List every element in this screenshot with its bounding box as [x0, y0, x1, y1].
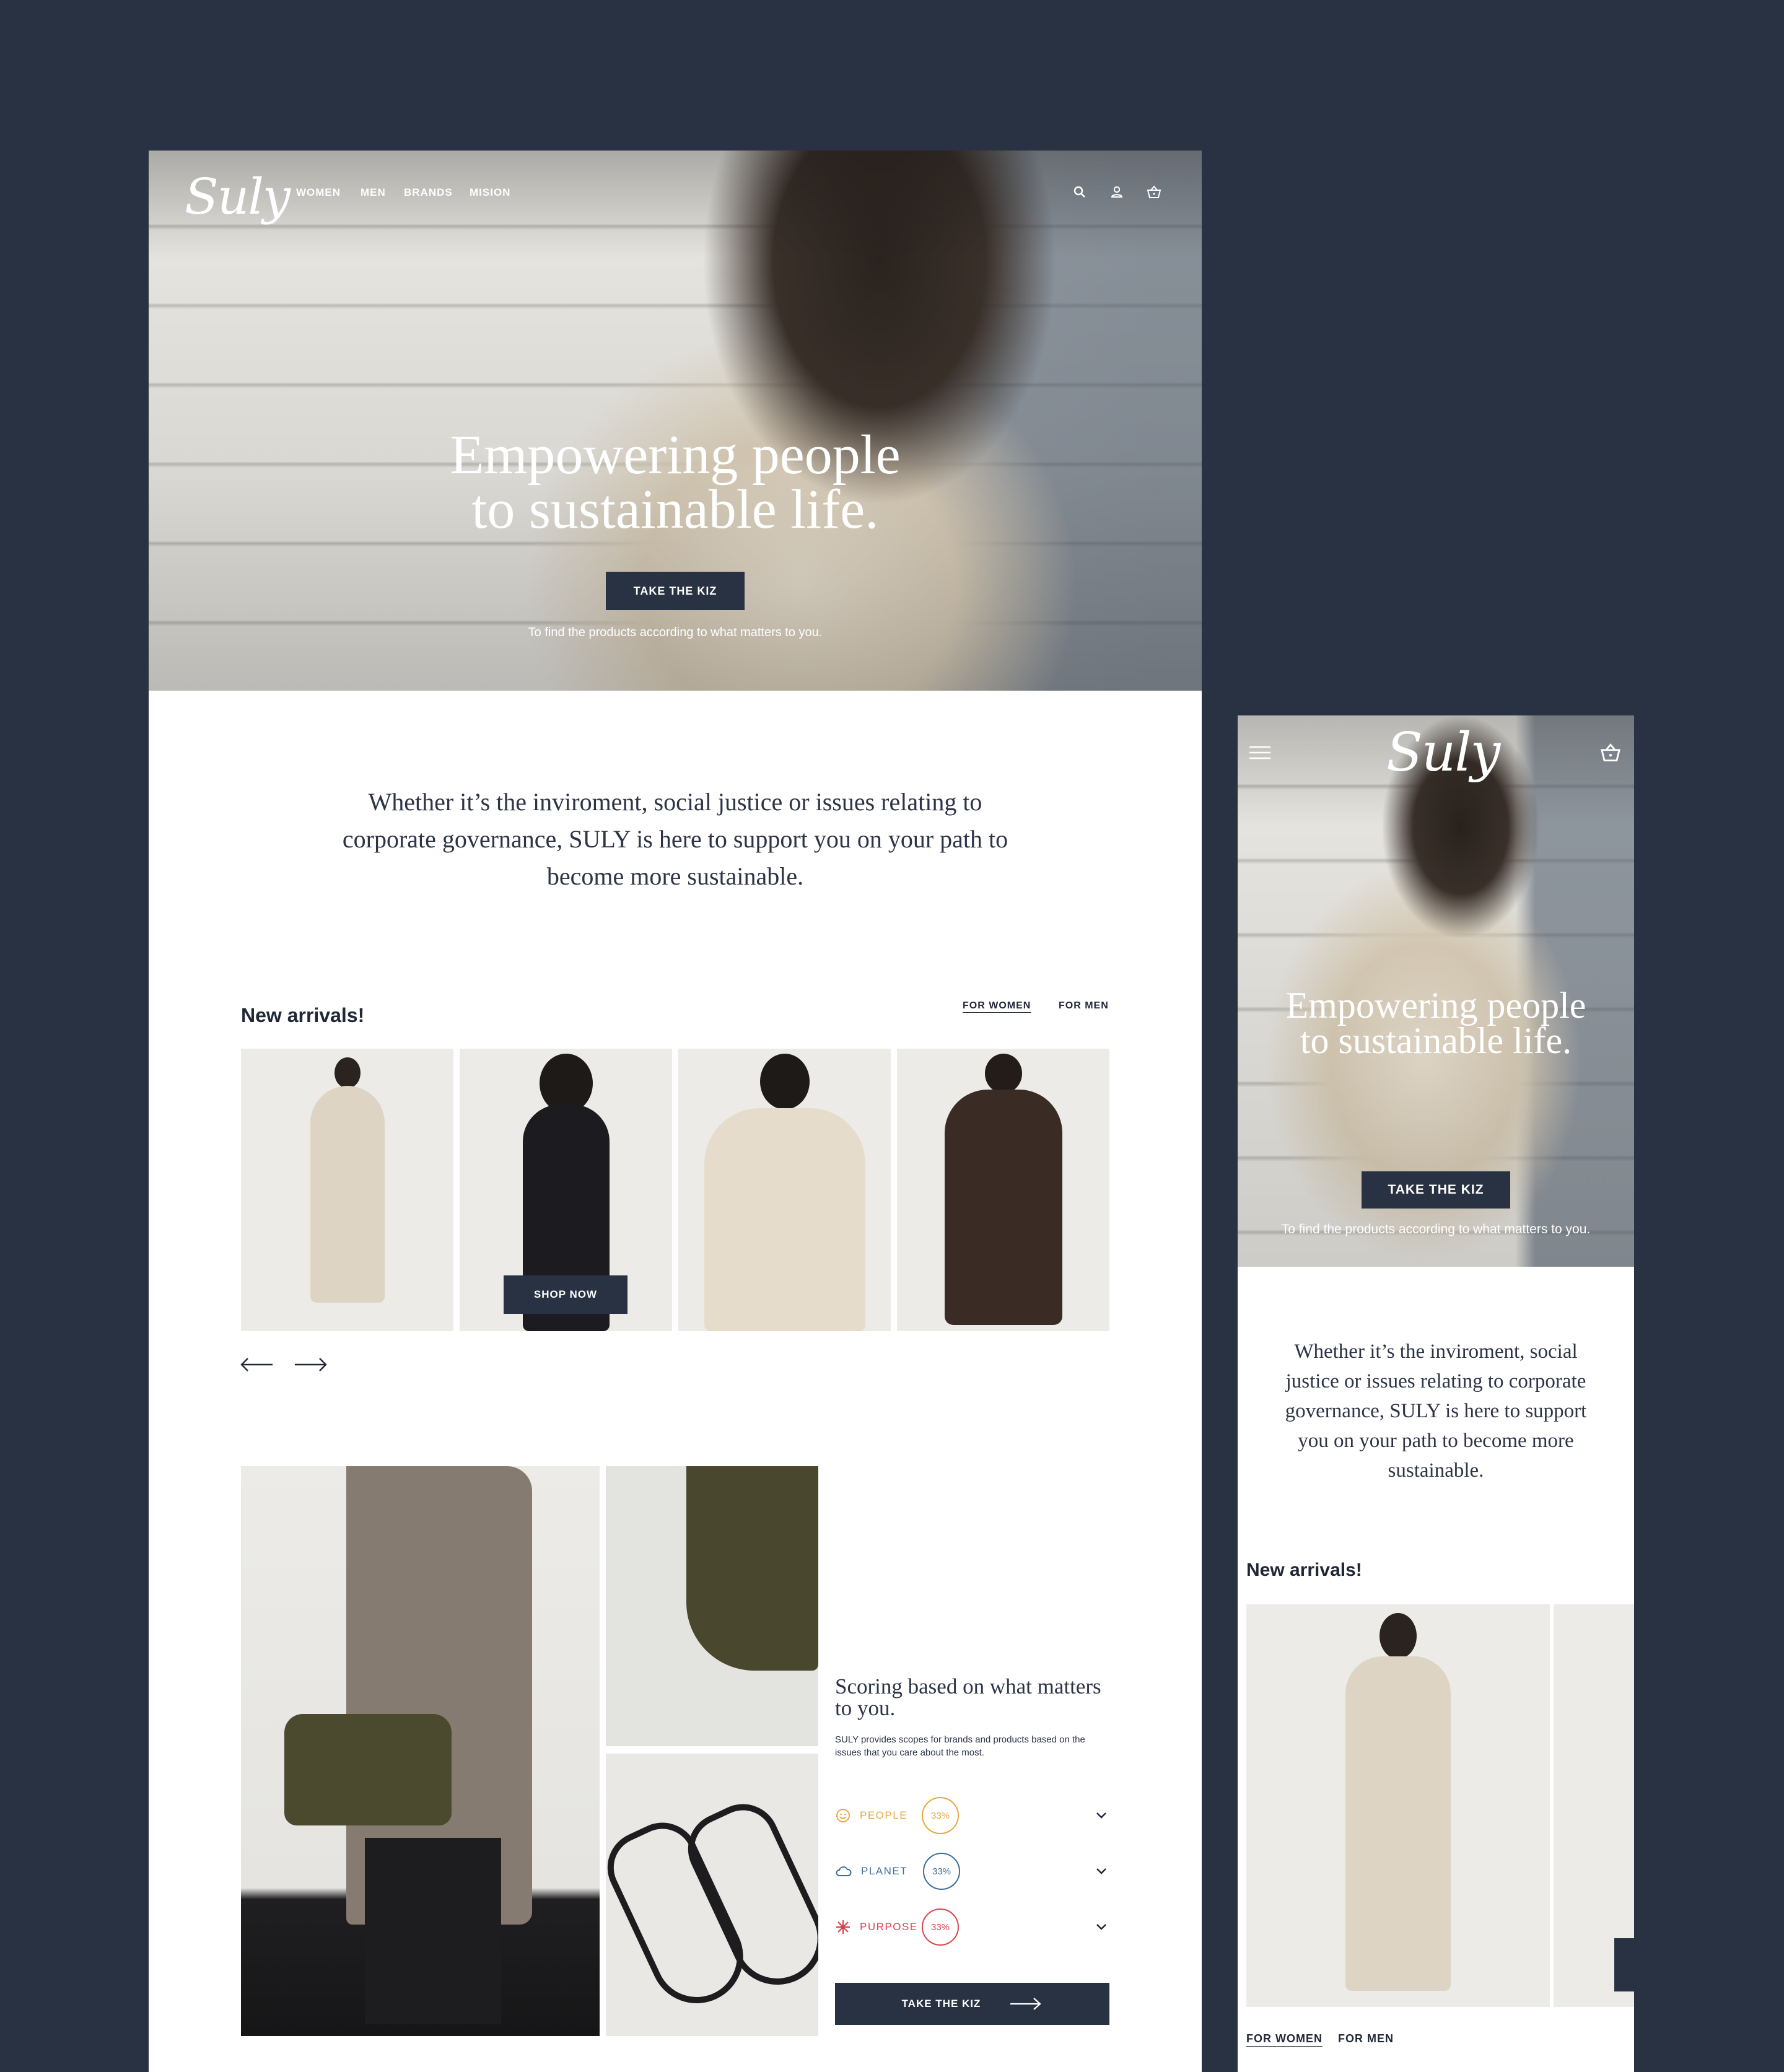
- people-icon: [836, 1809, 850, 1822]
- bag-shape: [686, 1466, 818, 1671]
- model-head: [1380, 1613, 1417, 1659]
- bag-shape: [284, 1714, 452, 1825]
- carousel-next-handle[interactable]: [1614, 1938, 1634, 1991]
- model-head: [984, 1054, 1022, 1093]
- score-row-people[interactable]: PEOPLE 33%: [835, 1797, 1111, 1834]
- mobile-hero-title-line-1: Empowering people: [1285, 985, 1586, 1026]
- basket-icon[interactable]: [1145, 183, 1163, 201]
- mobile-basket-icon[interactable]: [1597, 740, 1624, 765]
- model-dress: [944, 1090, 1062, 1325]
- score-label: PEOPLE: [860, 1809, 908, 1821]
- arrow-right-icon[interactable]: [294, 1352, 328, 1377]
- model-outfit: [704, 1108, 865, 1331]
- score-row-purpose[interactable]: PURPOSE 33%: [835, 1908, 1111, 1946]
- hero-subtitle: To find the products according to what m…: [528, 626, 823, 639]
- desktop-frame: Suly WOMEN MEN BRANDS MISION Empowering …: [149, 151, 1202, 2072]
- hamburger-menu-icon[interactable]: [1248, 740, 1272, 765]
- score-row-planet[interactable]: PLANET 33%: [835, 1853, 1111, 1890]
- arrow-right-icon: [1010, 1998, 1042, 2010]
- intro-text: Whether it’s the inviroment, social just…: [342, 788, 1008, 890]
- editorial-coat-image: [241, 1466, 600, 2036]
- take-the-quiz-button[interactable]: TAKE THE KIZ: [606, 572, 745, 610]
- mobile-frame: Suly Empowering people to sustainable li…: [1238, 715, 1634, 2072]
- scoring-title: Scoring based on what matters to you.: [835, 1674, 1101, 1720]
- score-label: PLANET: [861, 1865, 908, 1877]
- model-dress: [1345, 1656, 1451, 1991]
- brand-logo[interactable]: Suly: [185, 168, 291, 225]
- nav-link-women[interactable]: WOMEN: [296, 186, 341, 199]
- model-dress: [310, 1086, 385, 1303]
- new-arrivals-title: New arrivals!: [241, 1004, 365, 1026]
- editorial-bag-image: [606, 1466, 818, 1746]
- take-the-quiz-label: TAKE THE KIZ: [901, 1998, 981, 2009]
- mobile-hero-title-line-2: to sustainable life.: [1300, 1020, 1572, 1061]
- mobile-take-the-quiz-button[interactable]: TAKE THE KIZ: [1362, 1171, 1510, 1209]
- product-card[interactable]: [241, 1049, 453, 1331]
- mobile-brand-logo[interactable]: Suly: [1386, 722, 1500, 784]
- hero-title-line-2: to sustainable life.: [471, 479, 879, 541]
- tab-for-women[interactable]: FOR WOMEN: [963, 1000, 1031, 1012]
- mobile-new-arrivals-title: New arrivals!: [1246, 1560, 1362, 1580]
- chevron-down-icon[interactable]: [1096, 1868, 1107, 1875]
- product-card[interactable]: SHOP NOW: [460, 1049, 672, 1331]
- search-icon[interactable]: [1070, 183, 1089, 201]
- hero-title: Empowering people to sustainable life.: [365, 424, 985, 541]
- score-value-badge: 33%: [923, 1853, 960, 1890]
- tab-for-men[interactable]: FOR MEN: [1059, 1000, 1109, 1012]
- nav-link-men[interactable]: MEN: [361, 186, 386, 199]
- mobile-intro-text: Whether it’s the inviroment, social just…: [1285, 1340, 1587, 1482]
- product-card[interactable]: [678, 1049, 891, 1331]
- mobile-product-card[interactable]: [1246, 1604, 1550, 2007]
- nav-link-brands[interactable]: BRANDS: [404, 186, 453, 199]
- hero-title-line-1: Empowering people: [450, 424, 901, 486]
- nav-link-mision[interactable]: MISION: [470, 186, 510, 199]
- scoring-description: SULY provides scopes for brands and prod…: [835, 1734, 1085, 1758]
- model-head: [334, 1057, 361, 1088]
- model-head: [759, 1054, 810, 1109]
- editorial-sandals-image: [606, 1754, 818, 2036]
- planet-icon: [836, 1866, 852, 1876]
- shop-now-button[interactable]: SHOP NOW: [504, 1275, 627, 1314]
- score-value-badge: 33%: [922, 1908, 959, 1946]
- mobile-tab-for-men[interactable]: FOR MEN: [1338, 2032, 1394, 2045]
- arrow-left-icon[interactable]: [239, 1352, 274, 1377]
- score-label: PURPOSE: [860, 1921, 918, 1933]
- chevron-down-icon[interactable]: [1096, 1923, 1107, 1931]
- mobile-hero-title: Empowering people to sustainable life.: [1238, 985, 1634, 1061]
- chevron-down-icon[interactable]: [1096, 1812, 1107, 1819]
- account-icon[interactable]: [1108, 183, 1126, 201]
- purpose-icon: [836, 1920, 850, 1934]
- take-the-quiz-button-secondary[interactable]: TAKE THE KIZ: [835, 1983, 1109, 2025]
- product-card[interactable]: [897, 1049, 1109, 1331]
- mobile-tab-for-women[interactable]: FOR WOMEN: [1246, 2032, 1323, 2045]
- trousers-shape: [365, 1838, 501, 2024]
- mobile-hero-subtitle: To find the products according to what m…: [1281, 1222, 1591, 1236]
- score-value-badge: 33%: [922, 1797, 959, 1834]
